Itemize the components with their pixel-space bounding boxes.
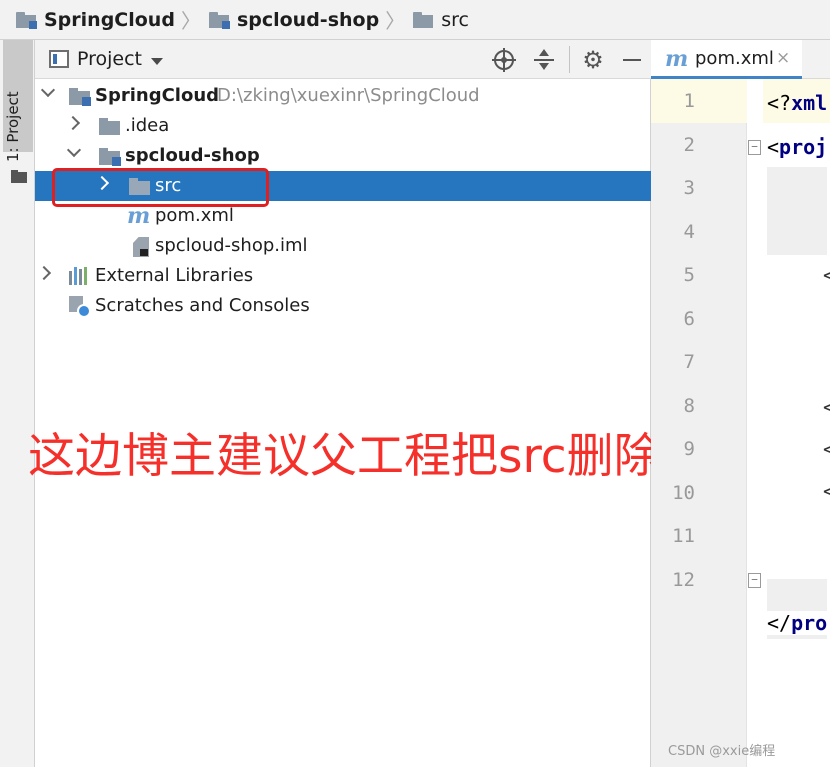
chevron-right-icon[interactable]: [65, 115, 81, 131]
tree-item-springcloud[interactable]: SpringCloud D:\zking\xuexinr\SpringCloud: [35, 81, 651, 111]
line-number: 3: [683, 177, 695, 199]
breadcrumb-separator: 〉: [385, 9, 406, 33]
tree-item-external-libraries[interactable]: External Libraries: [35, 261, 651, 291]
tree-item-label: .idea: [125, 115, 170, 136]
fold-toggle[interactable]: −: [748, 140, 761, 155]
tree-item-label: External Libraries: [95, 265, 254, 286]
breadcrumb-label: SpringCloud: [44, 8, 175, 31]
line-number: 1: [683, 90, 695, 112]
scratches-icon: [69, 296, 91, 318]
chevron-right-icon[interactable]: [36, 265, 52, 281]
line-number: 5: [683, 264, 695, 286]
code-fragment: <: [823, 263, 830, 287]
module-folder-icon: [69, 88, 91, 106]
code-fragment: <: [823, 479, 830, 503]
header-divider: [569, 46, 570, 73]
gear-icon[interactable]: ⚙: [581, 48, 605, 72]
line-number: 8: [683, 395, 695, 417]
annotation-highlight-box: [52, 168, 269, 207]
folder-icon: [413, 11, 435, 28]
code-fragment: <: [823, 437, 830, 461]
minimize-icon[interactable]: [621, 48, 645, 72]
locate-icon[interactable]: [492, 48, 516, 72]
project-panel-header: Project ⚙: [35, 40, 651, 79]
line-number-gutter: 1 2 3 4 5 6 7 8 9 10 11 12: [651, 79, 747, 767]
annotation-text: 这边博主建议父工程把src删除: [28, 429, 661, 484]
library-icon: [69, 267, 91, 285]
close-icon[interactable]: ×: [776, 48, 790, 68]
tree-item-path: D:\zking\xuexinr\SpringCloud: [217, 85, 480, 106]
tab-pom-xml[interactable]: m pom.xml ×: [651, 40, 802, 79]
breadcrumb-item-spcloud-shop[interactable]: spcloud-shop: [208, 8, 380, 31]
breadcrumb-item-springcloud[interactable]: SpringCloud: [16, 9, 175, 31]
project-view-selector[interactable]: Project: [77, 48, 142, 70]
breadcrumb: SpringCloud 〉 spcloud-shop 〉 src: [0, 0, 830, 40]
line-number: 2: [683, 134, 695, 156]
chevron-down-icon[interactable]: [40, 82, 56, 98]
line-number: 10: [672, 482, 695, 504]
editor: m pom.xml × 1 2 3 4 5 6 7 8 9 10 11 12 −…: [651, 40, 830, 767]
line-number: 7: [683, 351, 695, 373]
project-panel: Project ⚙ SpringCloud D:\zking\xuexinr\S…: [28, 40, 661, 767]
code-area[interactable]: <?xml <proj < < < < </pro: [763, 79, 830, 767]
tree-item-label: spcloud-shop.iml: [155, 235, 308, 256]
tree-item-label: SpringCloud: [95, 85, 220, 106]
module-folder-icon: [208, 11, 231, 29]
chevron-down-icon[interactable]: [66, 142, 82, 158]
chevron-down-icon[interactable]: [151, 58, 163, 65]
folder-icon: [11, 170, 27, 184]
iml-file-icon: [133, 237, 149, 257]
code-line-2: <proj: [767, 135, 828, 159]
code-line-1: <?xml: [767, 91, 828, 115]
breadcrumb-item-src[interactable]: src: [413, 9, 469, 31]
editor-tab-bar: m pom.xml ×: [651, 40, 830, 79]
line-number: 9: [683, 438, 695, 460]
module-folder-icon: [16, 11, 38, 29]
tab-label: pom.xml: [695, 48, 774, 69]
tree-item-label: pom.xml: [155, 205, 234, 226]
code-line-12: </pro: [767, 611, 828, 635]
line-number: 12: [672, 569, 695, 591]
line-number: 6: [683, 308, 695, 330]
code-fragment: <: [823, 395, 830, 419]
line-number: 11: [672, 525, 695, 547]
tree-item-idea[interactable]: .idea: [35, 111, 651, 141]
tree-item-scratches[interactable]: Scratches and Consoles: [35, 291, 651, 321]
fold-toggle[interactable]: −: [748, 573, 761, 588]
tree-item-label: Scratches and Consoles: [95, 295, 310, 316]
tree-item-iml[interactable]: spcloud-shop.iml: [35, 231, 651, 261]
tree-item-label: spcloud-shop: [125, 145, 260, 166]
breadcrumb-label: spcloud-shop: [236, 8, 380, 31]
breadcrumb-label: src: [441, 8, 469, 31]
module-folder-icon: [99, 148, 121, 166]
maven-icon: m: [665, 46, 689, 72]
watermark: CSDN @xxie编程: [668, 744, 776, 759]
collapse-all-icon[interactable]: [532, 48, 556, 72]
project-tool-tab-label[interactable]: 1: Project: [4, 52, 22, 162]
tool-window-strip: 1: Project: [0, 40, 35, 767]
tree-item-spcloud-shop[interactable]: spcloud-shop: [35, 141, 651, 171]
folder-icon: [99, 118, 121, 135]
collapsed-region: [767, 167, 827, 255]
project-view-icon: [49, 50, 69, 68]
breadcrumb-separator: 〉: [180, 9, 201, 33]
line-number: 4: [683, 221, 695, 243]
